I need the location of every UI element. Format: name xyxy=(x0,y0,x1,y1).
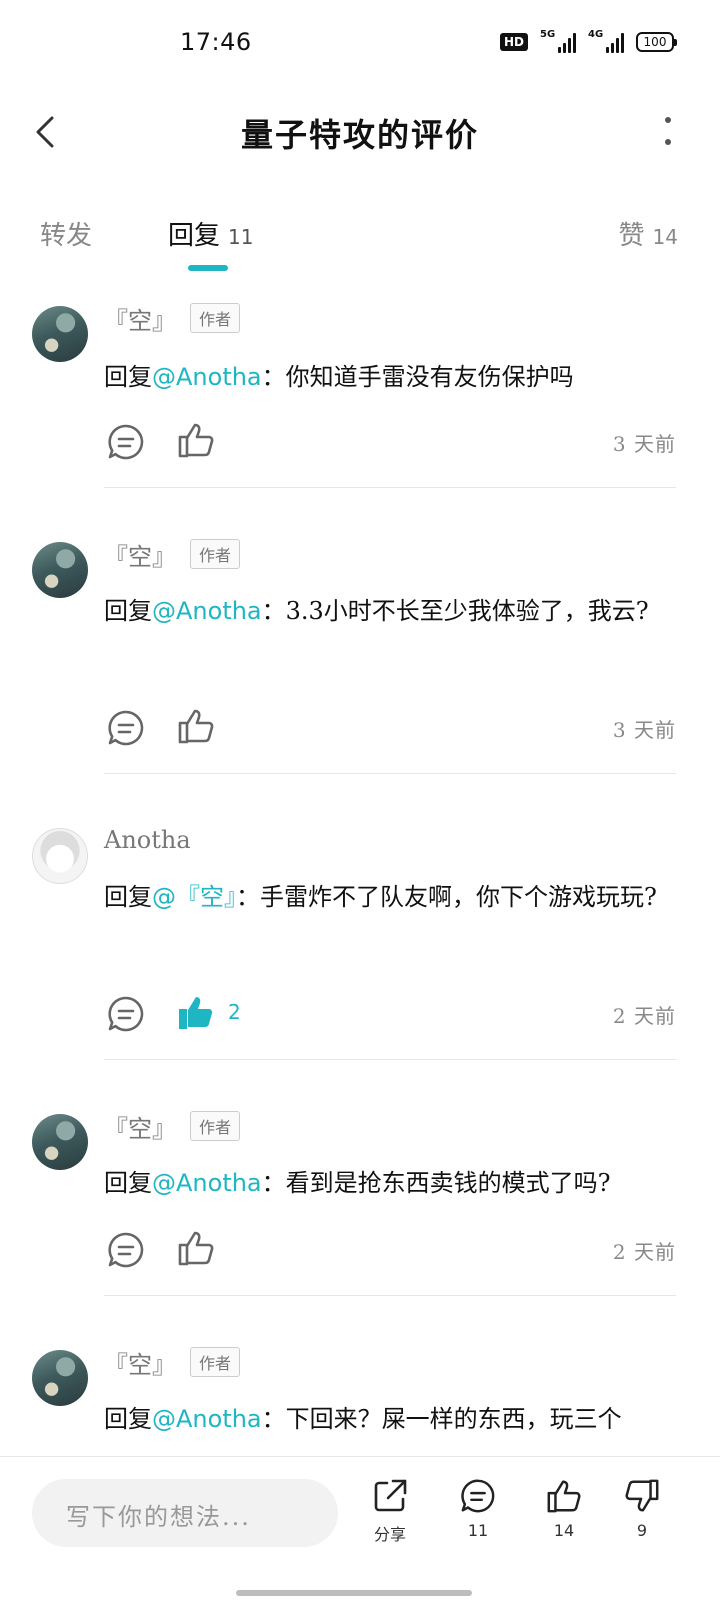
comment-text: 回复@Anotha：3.3小时不长至少我体验了，我云? xyxy=(104,597,649,625)
thumbs-up-icon[interactable] xyxy=(176,706,216,746)
home-indicator xyxy=(236,1590,472,1596)
status-icons: HD 5G 4G 100 xyxy=(499,29,677,54)
mention-link[interactable]: @『空』 xyxy=(152,883,236,911)
tab-replies-count: 11 xyxy=(228,225,254,249)
mention-link[interactable]: @Anotha xyxy=(152,1169,262,1197)
author-name[interactable]: 『空』 xyxy=(104,1345,176,1380)
avatar[interactable] xyxy=(32,828,88,884)
hd-icon: HD xyxy=(499,33,528,51)
divider xyxy=(104,773,676,774)
thumbs-up-icon xyxy=(547,1480,581,1513)
avatar[interactable] xyxy=(32,306,88,362)
dislike-count: 9 xyxy=(636,1521,648,1540)
author-badge: 作者 xyxy=(190,1111,241,1141)
share-label: 分享 xyxy=(373,1525,406,1544)
thumbs-up-icon[interactable] xyxy=(176,420,216,460)
share-icon xyxy=(374,1479,407,1512)
review-page: 17:46 HD 5G 4G 100 量子特攻的评价 转发 回复 11 赞 14… xyxy=(0,0,720,1600)
tab-replies[interactable]: 回复 11 xyxy=(168,215,253,252)
tab-likes-count: 14 xyxy=(652,225,678,249)
comment-time: 3 天前 xyxy=(612,718,676,742)
comment-time: 3 天前 xyxy=(612,432,676,456)
comment-input[interactable]: 写下你的想法... xyxy=(32,1479,338,1547)
comment-icon xyxy=(461,1479,495,1513)
author-badge: 作者 xyxy=(190,303,241,333)
comment-input-placeholder: 写下你的想法... xyxy=(66,1503,251,1531)
thumbs-up-filled-icon[interactable] xyxy=(176,992,216,1032)
like-count: 14 xyxy=(553,1521,575,1540)
page-title: 量子特攻的评价 xyxy=(240,116,479,154)
author-name[interactable]: Anotha xyxy=(104,826,191,854)
more-options-icon[interactable] xyxy=(656,110,680,154)
author-name[interactable]: 『空』 xyxy=(104,301,176,336)
reply-count-button[interactable]: 11 xyxy=(448,1477,508,1540)
comment-actions: 3 天前 xyxy=(104,704,676,752)
comment-actions: 2 2 天前 xyxy=(104,990,676,1038)
author-name[interactable]: 『空』 xyxy=(104,537,176,572)
author-name[interactable]: 『空』 xyxy=(104,1109,176,1144)
comment-text: 回复@Anotha：下回来？屎一样的东西，玩三个 xyxy=(104,1405,622,1433)
divider xyxy=(104,487,676,488)
reply-icon[interactable] xyxy=(106,708,146,748)
author-badge: 作者 xyxy=(190,539,241,569)
status-time: 17:46 xyxy=(180,28,252,56)
author-badge: 作者 xyxy=(190,1347,241,1377)
reply-icon[interactable] xyxy=(106,994,146,1034)
avatar[interactable] xyxy=(32,542,88,598)
share-button[interactable]: 分享 xyxy=(360,1477,420,1545)
dislike-button[interactable]: 9 xyxy=(612,1477,672,1540)
status-bar: 17:46 HD 5G 4G 100 xyxy=(0,0,720,88)
tab-likes[interactable]: 赞 14 xyxy=(619,215,678,252)
comment-text: 回复@『空』：手雷炸不了队友啊，你下个游戏玩玩? xyxy=(104,883,657,911)
like-count: 2 xyxy=(228,1000,241,1024)
comment-text: 回复@Anotha：看到是抢东西卖钱的模式了吗? xyxy=(104,1169,611,1197)
reply-count: 11 xyxy=(467,1521,489,1540)
top-bar: 量子特攻的评价 xyxy=(0,96,720,168)
signal-5g-icon: 5G xyxy=(540,29,576,53)
like-button[interactable]: 14 xyxy=(534,1477,594,1540)
comment-time: 2 天前 xyxy=(612,1004,676,1028)
comment-actions: 2 天前 xyxy=(104,1226,676,1274)
comment-actions: 3 天前 xyxy=(104,418,676,466)
tab-bar: 转发 回复 11 赞 14 xyxy=(0,205,720,275)
mention-link[interactable]: @Anotha xyxy=(152,597,262,625)
thumbs-up-icon[interactable] xyxy=(176,1228,216,1268)
mention-link[interactable]: @Anotha xyxy=(152,363,262,391)
active-tab-indicator xyxy=(188,265,228,271)
comment-time: 2 天前 xyxy=(612,1240,676,1264)
reply-icon[interactable] xyxy=(106,1230,146,1270)
divider xyxy=(104,1295,676,1296)
signal-4g-icon: 4G xyxy=(588,29,624,53)
bottom-action-bar: 写下你的想法... 分享 11 14 9 xyxy=(0,1456,720,1600)
thumbs-down-icon xyxy=(625,1479,659,1512)
comment-text: 回复@Anotha：你知道手雷没有友伤保护吗 xyxy=(104,363,574,391)
avatar[interactable] xyxy=(32,1114,88,1170)
battery-icon: 100 xyxy=(636,32,677,52)
mention-link[interactable]: @Anotha xyxy=(152,1405,262,1433)
reply-icon[interactable] xyxy=(106,422,146,462)
tab-repost[interactable]: 转发 xyxy=(40,215,92,252)
avatar[interactable] xyxy=(32,1350,88,1406)
divider xyxy=(104,1059,676,1060)
